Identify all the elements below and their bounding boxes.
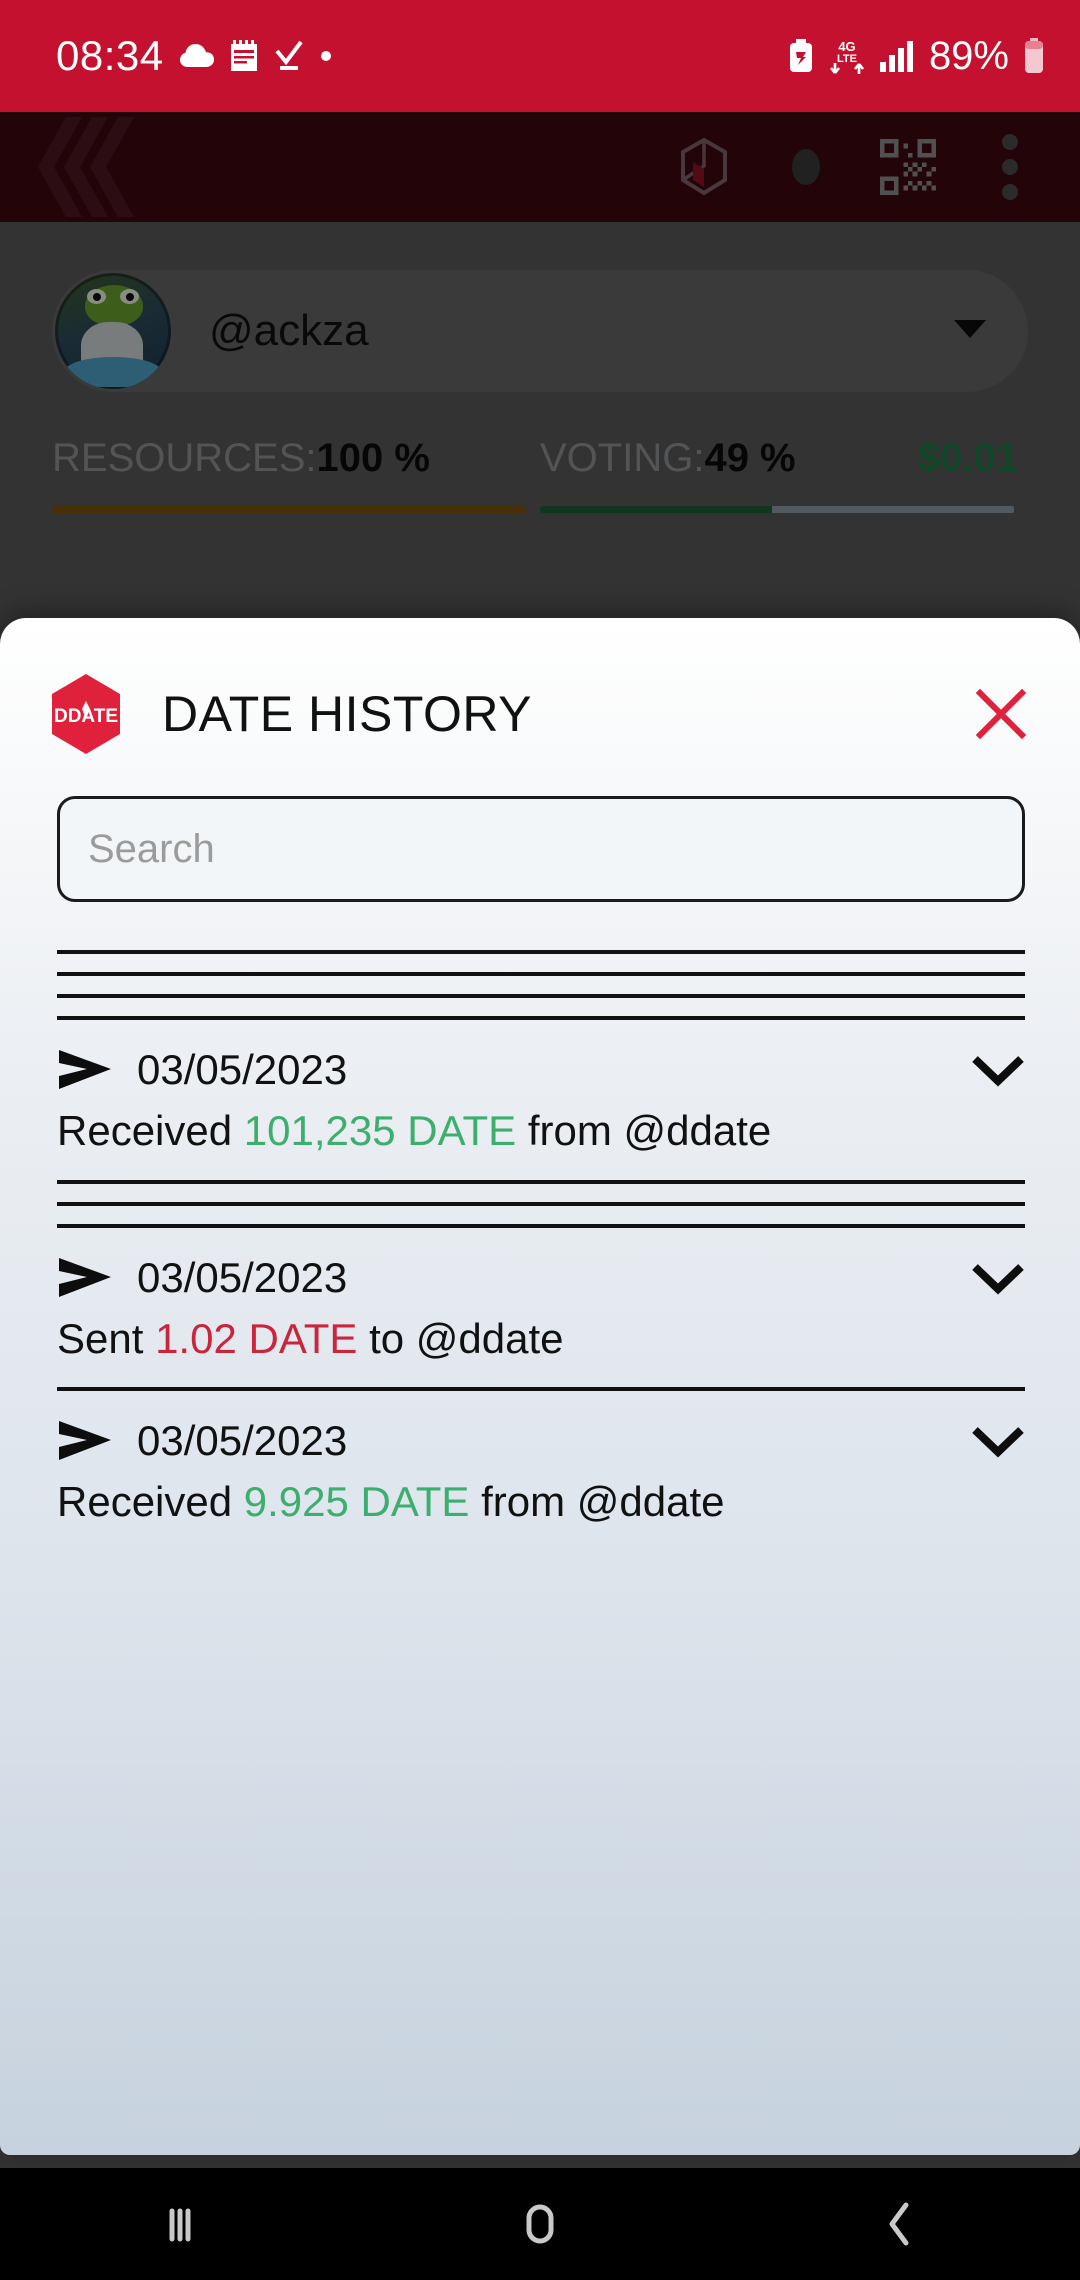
dot-icon [320, 50, 332, 62]
account-selector[interactable]: @ackza [52, 270, 1028, 392]
transaction-row-header: 03/05/2023 [57, 1254, 1025, 1302]
back-icon[interactable] [840, 2168, 960, 2280]
transaction-amount: 9.925 DATE [243, 1478, 470, 1526]
cube-icon[interactable] [676, 138, 732, 196]
resources-fill [52, 506, 526, 513]
battery-saver-icon [788, 39, 814, 73]
transaction-amount: 101,235 DATE [243, 1107, 517, 1154]
transaction-amount: 1.02 DATE [155, 1314, 358, 1362]
voting-value: 49 % [704, 436, 796, 480]
search-input[interactable] [57, 796, 1025, 902]
circle-icon[interactable] [778, 139, 834, 195]
voting-track [540, 506, 1014, 513]
modal-header: DDATE DATE HISTORY [0, 618, 1080, 762]
ddate-logo-icon: DDATE [48, 673, 124, 755]
transaction-date: 03/05/2023 [137, 1253, 348, 1301]
voting-meter-head: VOTING:49 % $0.01 [540, 436, 1018, 481]
transaction-row[interactable]: 03/05/2023 Received 9.925 DATE from @dda… [0, 1391, 1080, 1551]
qr-code-icon[interactable] [880, 139, 936, 195]
transaction-list: 03/05/2023 Received 101,235 DATE from @d… [0, 902, 1080, 1551]
transaction-date: 03/05/2023 [137, 1046, 348, 1093]
battery-icon [1022, 38, 1046, 74]
overflow-menu-icon[interactable] [982, 134, 1038, 200]
chevron-down-icon[interactable] [971, 1053, 1025, 1087]
send-arrow-icon [57, 1048, 113, 1092]
close-icon[interactable] [966, 679, 1036, 749]
account-section: @ackza [0, 222, 1080, 392]
usd-value: $0.01 [917, 436, 1018, 480]
transaction-description: Received 9.925 DATE from @ddate [57, 1477, 1025, 1527]
modal-title: DATE HISTORY [162, 686, 532, 742]
account-name: @ackza [209, 306, 369, 355]
transaction-action: Received [57, 1478, 233, 1526]
transaction-preposition: from [527, 1107, 612, 1154]
transaction-preposition: to [369, 1314, 405, 1362]
battery-percent-label: 89% [928, 33, 1009, 78]
transaction-row[interactable]: 03/05/2023 Received 101,235 DATE from @d… [0, 1020, 1080, 1180]
svg-text:4G: 4G [838, 39, 855, 54]
status-clock: 08:34 [56, 32, 164, 79]
search-container [0, 762, 1080, 902]
resources-value: 100 % [316, 436, 430, 480]
transaction-action: Sent [57, 1314, 144, 1362]
voting-label: VOTING: [540, 436, 705, 480]
caret-down-icon[interactable] [952, 318, 988, 345]
transaction-counterparty: @ddate [415, 1314, 564, 1362]
check-download-icon [274, 40, 304, 72]
transaction-date: 03/05/2023 [137, 1417, 348, 1465]
status-bar: 08:34 4G LTE 89% [0, 0, 1080, 112]
transaction-description: Sent 1.02 DATE to @ddate [57, 1314, 1025, 1364]
voting-fill [540, 506, 773, 513]
android-nav-bar [0, 2168, 1080, 2280]
transaction-counterparty: @ddate [576, 1478, 725, 1526]
date-history-modal: DDATE DATE HISTORY 03/05/2023 [0, 618, 1080, 2155]
send-arrow-icon [57, 1256, 113, 1300]
resources-meter-head: RESOURCES:100 % [52, 436, 526, 481]
resource-meters: RESOURCES:100 % VOTING:49 % $0.01 [0, 392, 1080, 513]
resources-track [52, 506, 526, 513]
calendar-icon [230, 40, 258, 72]
hive-logo [22, 115, 182, 219]
status-bar-left: 08:34 [56, 32, 332, 80]
chevron-down-icon[interactable] [971, 1261, 1025, 1295]
app-header [0, 112, 1080, 222]
transaction-row[interactable]: 03/05/2023 Sent 1.02 DATE to @ddate [0, 1228, 1080, 1388]
transaction-counterparty: @ddate [623, 1107, 772, 1154]
avatar [55, 273, 171, 389]
transaction-row-header: 03/05/2023 [57, 1046, 1025, 1094]
signal-bars-icon [879, 40, 916, 72]
svg-text:LTE: LTE [837, 53, 857, 65]
resources-label: RESOURCES: [52, 436, 317, 480]
transaction-preposition: from [481, 1478, 566, 1526]
header-actions [676, 134, 1052, 200]
recents-icon[interactable] [120, 2168, 240, 2280]
chevron-down-icon[interactable] [971, 1424, 1025, 1458]
status-bar-right: 4G LTE 89% [788, 34, 1046, 79]
send-arrow-icon [57, 1419, 113, 1463]
cloud-icon [179, 43, 214, 69]
voting-meter: VOTING:49 % $0.01 [540, 436, 1028, 513]
resources-meter: RESOURCES:100 % [52, 436, 540, 513]
transaction-description: Received 101,235 DATE from @ddate [57, 1106, 1025, 1156]
transaction-action: Received [57, 1107, 233, 1154]
transaction-row-header: 03/05/2023 [57, 1417, 1025, 1465]
home-icon[interactable] [480, 2168, 600, 2280]
network-4g-lte-icon: 4G LTE [827, 37, 867, 75]
